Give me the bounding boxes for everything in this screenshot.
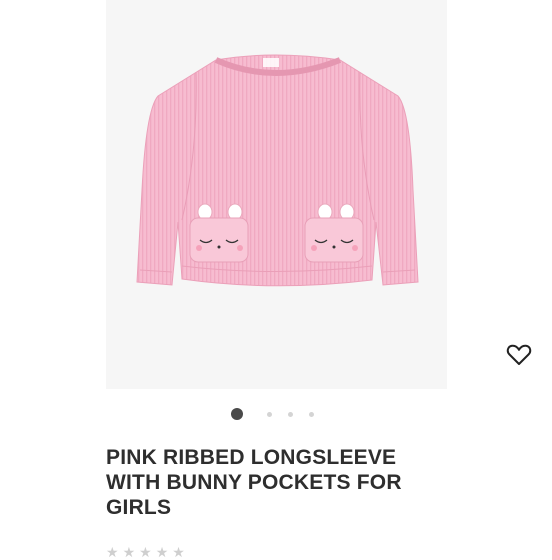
product-title: PINK RIBBED LONGSLEEVE WITH BUNNY POCKET… bbox=[106, 446, 402, 519]
star-icon: ★ bbox=[106, 544, 119, 560]
heart-outline-icon bbox=[506, 344, 532, 365]
star-icon: ★ bbox=[122, 544, 136, 560]
star-icon: ★ bbox=[155, 544, 169, 560]
star-icon: ★ bbox=[172, 544, 185, 560]
pagination-dot-2[interactable] bbox=[266, 411, 272, 417]
product-image[interactable] bbox=[106, 0, 532, 389]
rating-stars[interactable]: ★ ★ ★ ★ ★ bbox=[106, 545, 185, 559]
wishlist-button[interactable] bbox=[506, 343, 536, 373]
pagination-dot-3[interactable] bbox=[287, 411, 293, 417]
sweater-illustration bbox=[136, 54, 419, 287]
gallery-pagination bbox=[0, 407, 552, 421]
pagination-dot-4[interactable] bbox=[308, 411, 314, 417]
star-icon: ★ bbox=[139, 544, 152, 560]
pagination-dot-1[interactable] bbox=[230, 408, 243, 420]
